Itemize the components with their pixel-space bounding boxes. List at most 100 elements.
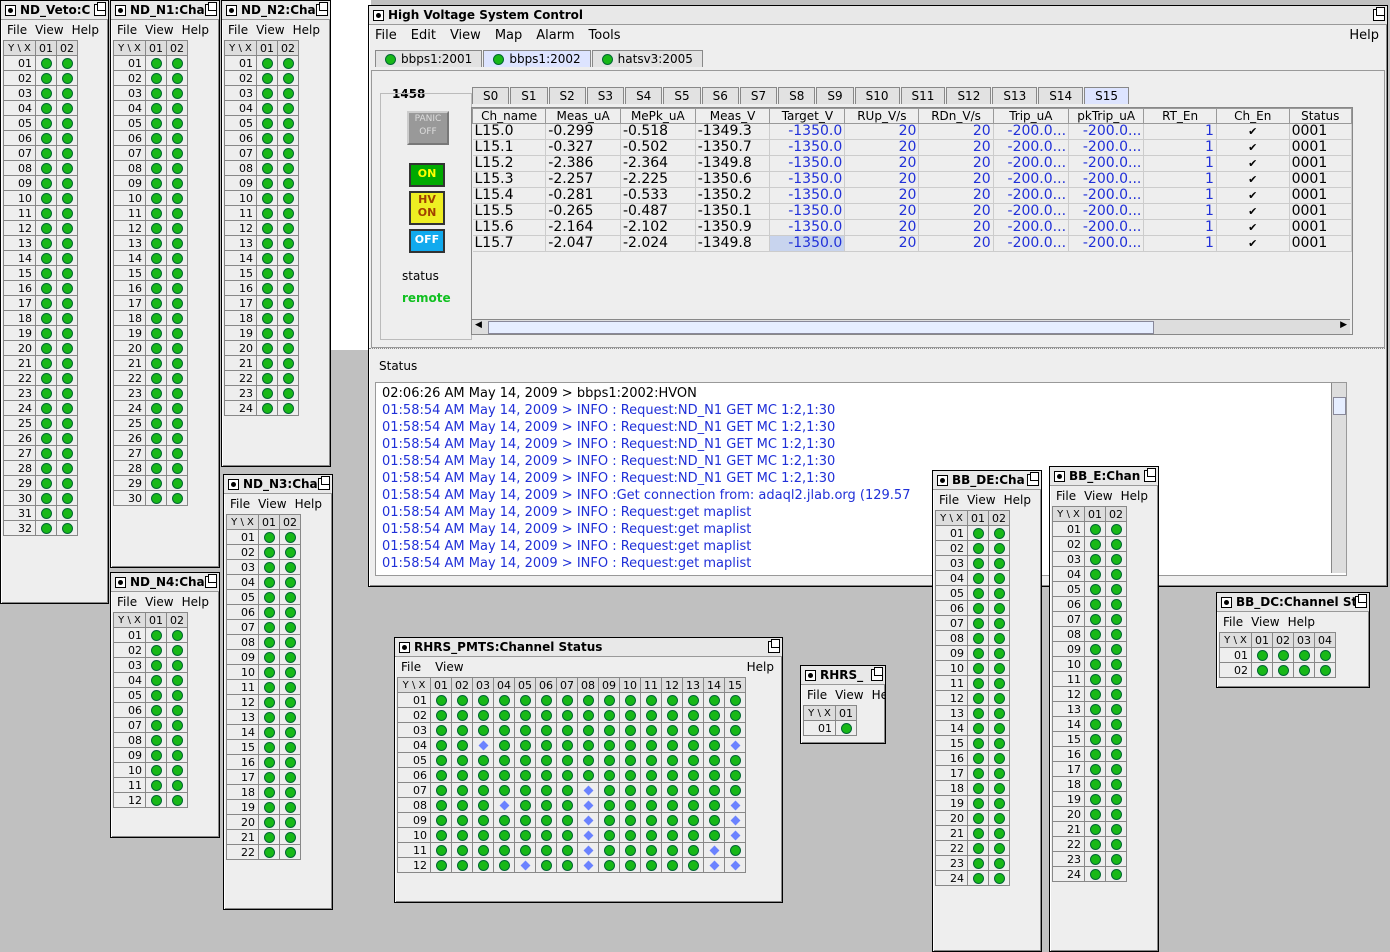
channel-cell[interactable] bbox=[472, 707, 494, 723]
channel-cell[interactable] bbox=[166, 250, 188, 266]
channel-cell[interactable] bbox=[277, 355, 299, 371]
channel-cell[interactable] bbox=[35, 175, 57, 191]
cell-ch_name[interactable]: L15.5 bbox=[472, 203, 547, 220]
channel-cell[interactable] bbox=[703, 827, 725, 843]
cell-pktrip_ua[interactable]: -200.0... bbox=[1068, 187, 1145, 204]
channel-cell[interactable] bbox=[472, 752, 494, 768]
channel-cell[interactable] bbox=[1293, 662, 1315, 678]
channel-cell[interactable] bbox=[166, 385, 188, 401]
channel-cell[interactable] bbox=[1084, 656, 1106, 672]
channel-cell[interactable] bbox=[598, 767, 620, 783]
channel-cell[interactable] bbox=[145, 672, 167, 688]
channel-cell[interactable] bbox=[493, 812, 515, 828]
channel-cell[interactable] bbox=[277, 265, 299, 281]
channel-cell[interactable] bbox=[640, 692, 662, 708]
cell-rdn_v/s[interactable]: 20 bbox=[918, 171, 994, 188]
window-menu-icon[interactable] bbox=[228, 478, 239, 490]
channel-cell[interactable] bbox=[35, 205, 57, 221]
channel-cell[interactable] bbox=[1084, 851, 1106, 867]
channel-cell[interactable] bbox=[535, 842, 557, 858]
channel-cell[interactable] bbox=[703, 752, 725, 768]
channel-cell[interactable] bbox=[682, 752, 704, 768]
window-title-bar[interactable]: BB_DC:Channel St bbox=[1217, 593, 1369, 612]
channel-cell[interactable] bbox=[619, 857, 641, 873]
menu-file[interactable]: File bbox=[117, 595, 137, 609]
channel-cell[interactable] bbox=[56, 115, 78, 131]
channel-cell[interactable] bbox=[258, 814, 280, 830]
cell-rdn_v/s[interactable]: 20 bbox=[918, 155, 994, 172]
channel-cell[interactable] bbox=[145, 762, 167, 778]
menu-map[interactable]: Map bbox=[495, 28, 522, 43]
crate-tab-1[interactable]: bbps1:2002 bbox=[483, 50, 591, 67]
channel-cell[interactable] bbox=[682, 812, 704, 828]
channel-cell[interactable] bbox=[598, 692, 620, 708]
channel-cell[interactable] bbox=[430, 812, 452, 828]
channel-cell[interactable] bbox=[166, 415, 188, 431]
channel-cell[interactable] bbox=[661, 707, 683, 723]
cell-ch_name[interactable]: L15.2 bbox=[472, 155, 547, 172]
cell-ch_name[interactable]: L15.4 bbox=[472, 187, 547, 204]
channel-cell[interactable] bbox=[1084, 686, 1106, 702]
channel-cell[interactable] bbox=[1105, 836, 1127, 852]
channel-cell[interactable] bbox=[493, 857, 515, 873]
channel-cell[interactable] bbox=[256, 220, 278, 236]
channel-cell[interactable] bbox=[1084, 626, 1106, 642]
channel-cell[interactable] bbox=[35, 355, 57, 371]
channel-cell[interactable] bbox=[988, 765, 1010, 781]
menu-file[interactable]: File bbox=[401, 660, 421, 674]
channel-cell[interactable] bbox=[145, 385, 167, 401]
channel-cell[interactable] bbox=[703, 767, 725, 783]
window-menu-icon[interactable] bbox=[937, 474, 948, 486]
channel-cell[interactable] bbox=[430, 767, 452, 783]
channel-cell[interactable] bbox=[256, 85, 278, 101]
cell-meas_ua[interactable]: -0.299 bbox=[545, 123, 621, 140]
channel-cell[interactable] bbox=[145, 657, 167, 673]
channel-cell[interactable] bbox=[56, 490, 78, 506]
channel-cell[interactable] bbox=[35, 475, 57, 491]
window-menu-icon[interactable] bbox=[1054, 470, 1065, 482]
cell-ch_en[interactable]: ✔ bbox=[1216, 123, 1290, 140]
channel-cell[interactable] bbox=[166, 702, 188, 718]
channel-cell[interactable] bbox=[535, 812, 557, 828]
cell-rup_v/s[interactable]: 20 bbox=[844, 155, 920, 172]
channel-cell[interactable] bbox=[1105, 671, 1127, 687]
window-title-bar[interactable]: RHRS_ bbox=[801, 666, 885, 685]
channel-cell[interactable] bbox=[598, 737, 620, 753]
channel-cell[interactable] bbox=[56, 100, 78, 116]
cell-meas_ua[interactable]: -0.265 bbox=[545, 203, 621, 220]
channel-cell[interactable] bbox=[166, 100, 188, 116]
channel-cell[interactable] bbox=[640, 767, 662, 783]
column-header-3[interactable]: Meas_V bbox=[694, 108, 771, 124]
channel-cell[interactable] bbox=[703, 797, 725, 813]
channel-cell[interactable] bbox=[56, 505, 78, 521]
channel-cell[interactable] bbox=[430, 707, 452, 723]
channel-cell[interactable] bbox=[451, 752, 473, 768]
channel-cell[interactable] bbox=[703, 692, 725, 708]
channel-cell[interactable] bbox=[967, 585, 989, 601]
channel-cell[interactable] bbox=[514, 842, 536, 858]
channel-cell[interactable] bbox=[166, 55, 188, 71]
channel-cell[interactable] bbox=[967, 525, 989, 541]
channel-cell[interactable] bbox=[258, 784, 280, 800]
cell-trip_ua[interactable]: -200.0... bbox=[993, 123, 1070, 140]
channel-cell[interactable] bbox=[430, 722, 452, 738]
channel-cell[interactable] bbox=[988, 795, 1010, 811]
channel-cell[interactable] bbox=[1084, 746, 1106, 762]
channel-cell[interactable] bbox=[703, 737, 725, 753]
channel-cell[interactable] bbox=[640, 737, 662, 753]
column-header-6[interactable]: RDn_V/s bbox=[918, 108, 994, 124]
menu-view[interactable]: View bbox=[145, 23, 173, 37]
cell-meas_v[interactable]: -1349.8 bbox=[695, 155, 771, 172]
window-menu-icon[interactable] bbox=[399, 641, 410, 653]
cell-rup_v/s[interactable]: 20 bbox=[844, 139, 920, 156]
channel-cell[interactable] bbox=[145, 642, 167, 658]
channel-cell[interactable] bbox=[277, 295, 299, 311]
menu-file[interactable]: File bbox=[375, 28, 397, 43]
channel-cell[interactable] bbox=[256, 55, 278, 71]
channel-cell[interactable] bbox=[1084, 776, 1106, 792]
channel-cell[interactable] bbox=[166, 490, 188, 506]
channel-cell[interactable] bbox=[514, 857, 536, 873]
channel-cell[interactable] bbox=[1105, 566, 1127, 582]
window-menu-icon[interactable] bbox=[5, 4, 16, 16]
channel-cell[interactable] bbox=[35, 295, 57, 311]
